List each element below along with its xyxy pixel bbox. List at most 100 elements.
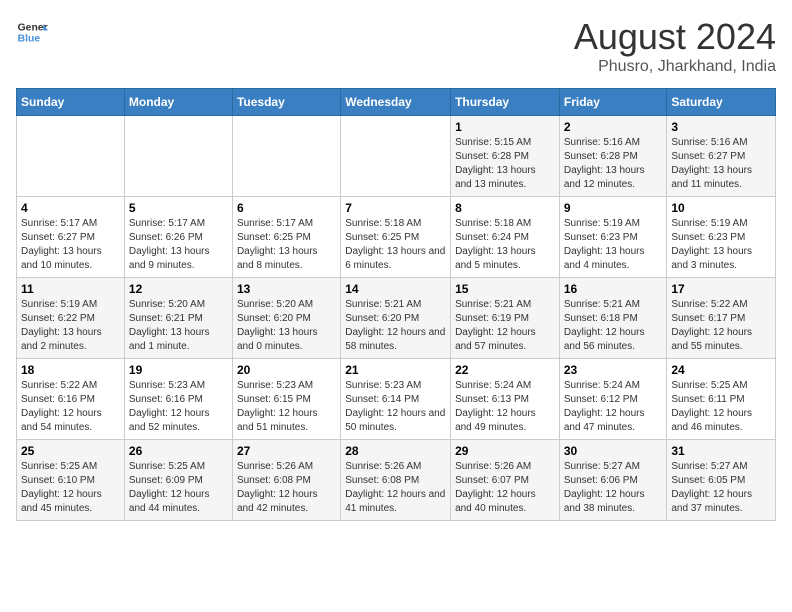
calendar-cell: 27Sunrise: 5:26 AMSunset: 6:08 PMDayligh…	[232, 440, 340, 521]
day-number: 25	[21, 444, 120, 458]
day-number: 15	[455, 282, 555, 296]
location-subtitle: Phusro, Jharkhand, India	[574, 58, 776, 76]
weekday-header-tuesday: Tuesday	[232, 89, 340, 116]
day-number: 13	[237, 282, 336, 296]
calendar-cell: 8 Sunrise: 5:18 AMSunset: 6:24 PMDaylight…	[451, 197, 560, 278]
day-info: Sunrise: 5:20 AMSunset: 6:21 PMDaylight:…	[129, 298, 228, 354]
day-number: 21	[345, 363, 446, 377]
calendar-cell	[124, 116, 232, 197]
day-info: Sunrise: 5:16 AMSunset: 6:27 PMDaylight:…	[671, 136, 771, 192]
calendar-cell: 16 Sunrise: 5:21 AMSunset: 6:18 PMDayligh…	[559, 278, 667, 359]
calendar-cell: 1 Sunrise: 5:15 AMSunset: 6:28 PMDaylight…	[451, 116, 560, 197]
day-number: 19	[129, 363, 228, 377]
day-number: 18	[21, 363, 120, 377]
svg-text:Blue: Blue	[18, 34, 41, 45]
day-number: 31	[671, 444, 771, 458]
calendar-cell: 11Sunrise: 5:19 AMSunset: 6:22 PMDayligh…	[17, 278, 125, 359]
calendar-week-3: 11Sunrise: 5:19 AMSunset: 6:22 PMDayligh…	[17, 278, 776, 359]
day-info: Sunrise: 5:16 AMSunset: 6:28 PMDaylight:…	[564, 136, 663, 192]
weekday-header-row: SundayMondayTuesdayWednesdayThursdayFrid…	[17, 89, 776, 116]
calendar-cell: 23Sunrise: 5:24 AMSunset: 6:12 PMDayligh…	[559, 359, 667, 440]
day-info: Sunrise: 5:26 AMSunset: 6:08 PMDaylight:…	[237, 460, 336, 516]
calendar-cell: 22 Sunrise: 5:24 AMSunset: 6:13 PMDayligh…	[451, 359, 560, 440]
month-title: August 2024	[574, 16, 776, 58]
day-info: Sunrise: 5:24 AMSunset: 6:12 PMDaylight:…	[564, 379, 663, 435]
calendar-cell: 28Sunrise: 5:26 AMSunset: 6:08 PMDayligh…	[341, 440, 451, 521]
calendar-cell: 12 Sunrise: 5:20 AMSunset: 6:21 PMDayligh…	[124, 278, 232, 359]
calendar-week-5: 25 Sunrise: 5:25 AMSunset: 6:10 PMDayligh…	[17, 440, 776, 521]
day-info: Sunrise: 5:21 AMSunset: 6:18 PMDaylight:…	[564, 298, 663, 354]
day-number: 10	[671, 201, 771, 215]
day-info: Sunrise: 5:26 AMSunset: 6:07 PMDaylight:…	[455, 460, 555, 516]
day-number: 9	[564, 201, 663, 215]
logo: General Blue	[16, 16, 48, 48]
day-info: Sunrise: 5:22 AMSunset: 6:16 PMDaylight:…	[21, 379, 120, 435]
day-number: 5	[129, 201, 228, 215]
day-info: Sunrise: 5:25 AMSunset: 6:09 PMDaylight:…	[129, 460, 228, 516]
calendar-cell: 31 Sunrise: 5:27 AMSunset: 6:05 PMDayligh…	[667, 440, 776, 521]
calendar-cell: 25 Sunrise: 5:25 AMSunset: 6:10 PMDayligh…	[17, 440, 125, 521]
weekday-header-thursday: Thursday	[451, 89, 560, 116]
day-info: Sunrise: 5:23 AMSunset: 6:16 PMDaylight:…	[129, 379, 228, 435]
calendar-cell: 17 Sunrise: 5:22 AMSunset: 6:17 PMDayligh…	[667, 278, 776, 359]
day-info: Sunrise: 5:27 AMSunset: 6:05 PMDaylight:…	[671, 460, 771, 516]
day-info: Sunrise: 5:19 AMSunset: 6:23 PMDaylight:…	[671, 217, 771, 273]
day-info: Sunrise: 5:24 AMSunset: 6:13 PMDaylight:…	[455, 379, 555, 435]
calendar-cell: 6Sunrise: 5:17 AMSunset: 6:25 PMDaylight…	[232, 197, 340, 278]
day-number: 20	[237, 363, 336, 377]
calendar-cell	[341, 116, 451, 197]
calendar-cell: 9Sunrise: 5:19 AMSunset: 6:23 PMDaylight…	[559, 197, 667, 278]
calendar-cell: 26 Sunrise: 5:25 AMSunset: 6:09 PMDayligh…	[124, 440, 232, 521]
day-number: 11	[21, 282, 120, 296]
calendar-cell: 4Sunrise: 5:17 AMSunset: 6:27 PMDaylight…	[17, 197, 125, 278]
weekday-header-saturday: Saturday	[667, 89, 776, 116]
calendar-cell: 15 Sunrise: 5:21 AMSunset: 6:19 PMDayligh…	[451, 278, 560, 359]
day-number: 14	[345, 282, 446, 296]
day-info: Sunrise: 5:18 AMSunset: 6:24 PMDaylight:…	[455, 217, 555, 273]
calendar-cell: 14 Sunrise: 5:21 AMSunset: 6:20 PMDayligh…	[341, 278, 451, 359]
weekday-header-monday: Monday	[124, 89, 232, 116]
day-number: 8	[455, 201, 555, 215]
calendar-cell: 24 Sunrise: 5:25 AMSunset: 6:11 PMDayligh…	[667, 359, 776, 440]
calendar-cell: 7Sunrise: 5:18 AMSunset: 6:25 PMDaylight…	[341, 197, 451, 278]
day-number: 17	[671, 282, 771, 296]
weekday-header-friday: Friday	[559, 89, 667, 116]
day-info: Sunrise: 5:18 AMSunset: 6:25 PMDaylight:…	[345, 217, 446, 273]
calendar-cell: 21 Sunrise: 5:23 AMSunset: 6:14 PMDayligh…	[341, 359, 451, 440]
calendar-week-4: 18 Sunrise: 5:22 AMSunset: 6:16 PMDayligh…	[17, 359, 776, 440]
logo-icon: General Blue	[16, 16, 48, 48]
day-info: Sunrise: 5:23 AMSunset: 6:14 PMDaylight:…	[345, 379, 446, 435]
day-info: Sunrise: 5:21 AMSunset: 6:19 PMDaylight:…	[455, 298, 555, 354]
calendar-cell	[232, 116, 340, 197]
day-info: Sunrise: 5:23 AMSunset: 6:15 PMDaylight:…	[237, 379, 336, 435]
calendar-cell: 29 Sunrise: 5:26 AMSunset: 6:07 PMDayligh…	[451, 440, 560, 521]
calendar-cell: 19 Sunrise: 5:23 AMSunset: 6:16 PMDayligh…	[124, 359, 232, 440]
day-number: 3	[671, 120, 771, 134]
weekday-header-wednesday: Wednesday	[341, 89, 451, 116]
day-number: 12	[129, 282, 228, 296]
day-number: 30	[564, 444, 663, 458]
day-number: 29	[455, 444, 555, 458]
day-info: Sunrise: 5:15 AMSunset: 6:28 PMDaylight:…	[455, 136, 555, 192]
calendar-cell: 2 Sunrise: 5:16 AMSunset: 6:28 PMDaylight…	[559, 116, 667, 197]
calendar-cell	[17, 116, 125, 197]
day-number: 24	[671, 363, 771, 377]
day-number: 6	[237, 201, 336, 215]
page-header: General Blue August 2024 Phusro, Jharkha…	[16, 16, 776, 76]
day-number: 22	[455, 363, 555, 377]
calendar-cell: 30 Sunrise: 5:27 AMSunset: 6:06 PMDayligh…	[559, 440, 667, 521]
calendar-cell: 20 Sunrise: 5:23 AMSunset: 6:15 PMDayligh…	[232, 359, 340, 440]
day-number: 26	[129, 444, 228, 458]
calendar-cell: 13Sunrise: 5:20 AMSunset: 6:20 PMDayligh…	[232, 278, 340, 359]
day-info: Sunrise: 5:27 AMSunset: 6:06 PMDaylight:…	[564, 460, 663, 516]
day-number: 2	[564, 120, 663, 134]
day-info: Sunrise: 5:17 AMSunset: 6:27 PMDaylight:…	[21, 217, 120, 273]
day-info: Sunrise: 5:25 AMSunset: 6:11 PMDaylight:…	[671, 379, 771, 435]
calendar-week-2: 4Sunrise: 5:17 AMSunset: 6:27 PMDaylight…	[17, 197, 776, 278]
day-number: 1	[455, 120, 555, 134]
day-info: Sunrise: 5:22 AMSunset: 6:17 PMDaylight:…	[671, 298, 771, 354]
day-info: Sunrise: 5:25 AMSunset: 6:10 PMDaylight:…	[21, 460, 120, 516]
day-info: Sunrise: 5:21 AMSunset: 6:20 PMDaylight:…	[345, 298, 446, 354]
day-number: 16	[564, 282, 663, 296]
calendar-cell: 10 Sunrise: 5:19 AMSunset: 6:23 PMDayligh…	[667, 197, 776, 278]
